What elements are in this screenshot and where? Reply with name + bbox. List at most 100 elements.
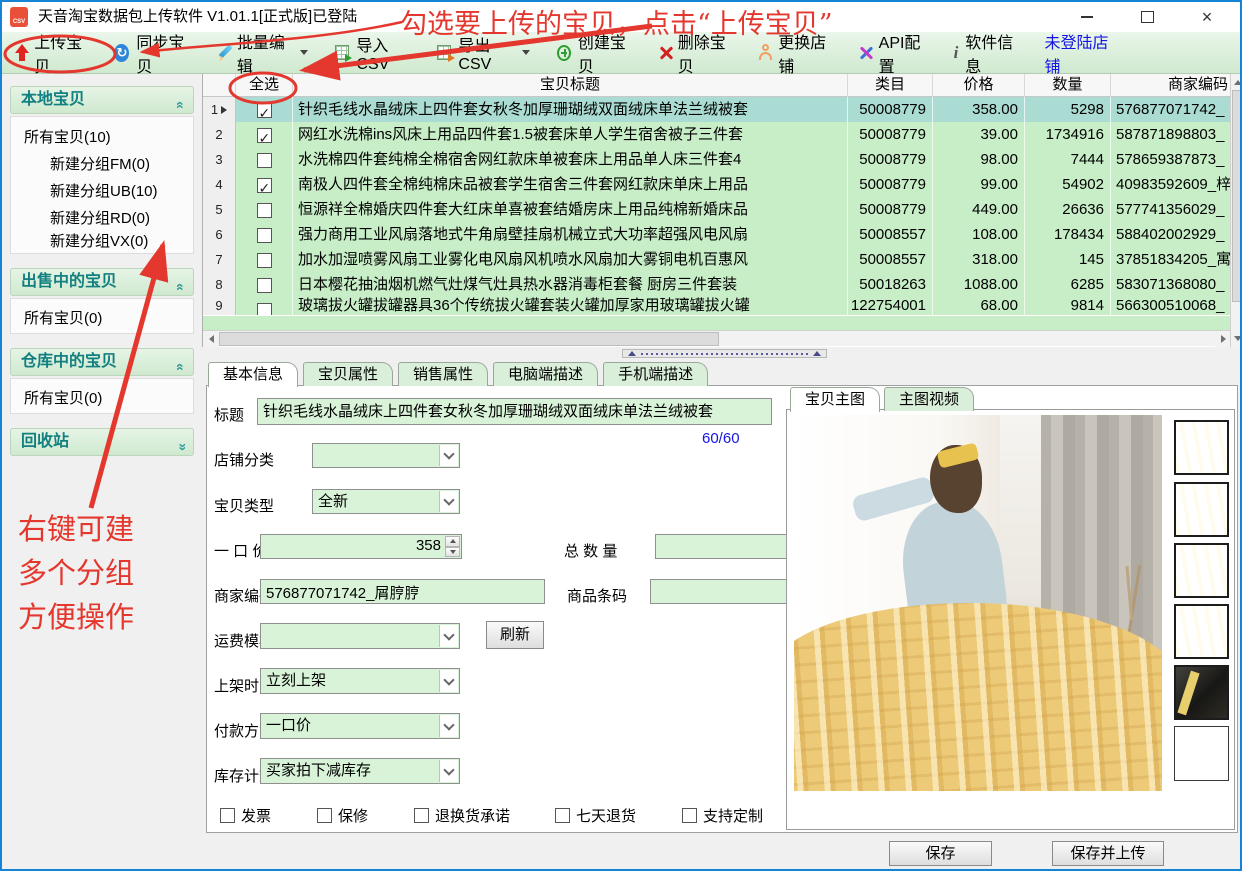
merchant-code-input[interactable]: 576877071742_屑脝脝: [260, 579, 545, 604]
col-price[interactable]: 价格: [933, 74, 1025, 97]
payment-select[interactable]: 一口价: [260, 713, 460, 739]
row-checkbox[interactable]: [257, 103, 272, 118]
thumbnail-empty-slot[interactable]: [1174, 726, 1229, 781]
sidebar-item-group-ub[interactable]: 新建分组UB(10): [50, 180, 158, 201]
stepper-down-button[interactable]: [445, 547, 460, 558]
batch-edit-button[interactable]: 批量编辑: [217, 29, 290, 77]
thumbnail-3[interactable]: [1174, 543, 1229, 598]
table-row[interactable]: 8 日本樱花抽油烟机燃气灶煤气灶具热水器消毒柜套餐 厨房三件套装 5001826…: [203, 272, 1231, 297]
table-row[interactable]: 4 南极人四件套全棉纯棉床品被套学生宿舍三件套网红款床单床上用品 5000877…: [203, 172, 1231, 197]
collapse-chevron-icon[interactable]: «: [168, 363, 194, 371]
scroll-left-button[interactable]: [203, 331, 219, 347]
thumbnail-1[interactable]: [1174, 420, 1229, 475]
dropdown-button[interactable]: [439, 445, 458, 466]
sidebar-item-all-local[interactable]: 所有宝贝(10): [24, 126, 111, 147]
export-csv-button[interactable]: 导出CSV: [437, 32, 512, 74]
shop-category-select[interactable]: [312, 443, 460, 468]
sidebar-section-warehouse[interactable]: 仓库中的宝贝«: [10, 348, 194, 376]
sidebar-section-local[interactable]: 本地宝贝«: [10, 86, 194, 114]
col-quantity[interactable]: 数量: [1025, 74, 1111, 97]
thumbnail-5[interactable]: [1174, 665, 1229, 720]
return-promise-checkbox[interactable]: [414, 808, 429, 823]
sidebar-item-group-fm[interactable]: 新建分组FM(0): [50, 153, 150, 174]
table-row[interactable]: 7 加水加湿喷雾风扇工业雾化电风扇风机喷水风扇加大雾铜电机百惠风 5000855…: [203, 247, 1231, 272]
batch-edit-dropdown-caret[interactable]: [300, 50, 308, 55]
option-customization[interactable]: 支持定制: [682, 805, 763, 826]
import-csv-button[interactable]: 导入CSV: [335, 32, 410, 74]
export-csv-dropdown-caret[interactable]: [522, 50, 530, 55]
stepper-buttons[interactable]: [445, 536, 460, 557]
option-return-promise[interactable]: 退换货承诺: [414, 805, 510, 826]
minimize-button[interactable]: [1064, 2, 1110, 32]
sidebar-item-all-selling[interactable]: 所有宝贝(0): [24, 307, 102, 328]
dropdown-button[interactable]: [439, 670, 458, 692]
sidebar-item-group-rd[interactable]: 新建分组RD(0): [50, 207, 150, 228]
stepper-up-button[interactable]: [445, 536, 460, 547]
row-checkbox[interactable]: [257, 278, 272, 293]
row-checkbox[interactable]: [257, 253, 272, 268]
option-warranty[interactable]: 保修: [317, 805, 368, 826]
vertical-scrollbar[interactable]: [1230, 74, 1242, 347]
row-checkbox[interactable]: [257, 203, 272, 218]
main-product-photo[interactable]: [794, 415, 1162, 791]
col-category[interactable]: 类目: [848, 74, 933, 97]
dropdown-button[interactable]: [439, 760, 458, 782]
tab-item-attrs[interactable]: 宝贝属性: [303, 362, 393, 386]
sidebar-section-recycle[interactable]: 回收站«: [10, 428, 194, 456]
table-row[interactable]: 6 强力商用工业风扇落地式牛角扇壁挂扇机械立式大功率超强风电风扇 5000855…: [203, 222, 1231, 247]
dropdown-button[interactable]: [439, 491, 458, 512]
collapse-chevron-icon[interactable]: «: [168, 283, 194, 291]
warranty-checkbox[interactable]: [317, 808, 332, 823]
scroll-right-button[interactable]: [1215, 331, 1231, 347]
scroll-down-button[interactable]: [1231, 330, 1242, 346]
row-checkbox[interactable]: [257, 128, 272, 143]
splitter-handle[interactable]: [622, 349, 827, 358]
upload-item-button[interactable]: 上传宝贝: [14, 29, 87, 77]
thumbnail-2[interactable]: [1174, 482, 1229, 537]
software-info-button[interactable]: i软件信息: [954, 29, 1018, 77]
col-select-all[interactable]: 全选: [236, 74, 293, 97]
splitter-bar[interactable]: [202, 347, 1242, 360]
save-button[interactable]: 保存: [889, 841, 992, 866]
option-invoice[interactable]: 发票: [220, 805, 271, 826]
sidebar-item-group-vx[interactable]: 新建分组VX(0): [50, 230, 148, 251]
collapse-chevron-icon[interactable]: «: [168, 101, 194, 109]
row-checkbox[interactable]: [257, 228, 272, 243]
col-title[interactable]: 宝贝标题: [293, 74, 848, 97]
dropdown-button[interactable]: [439, 625, 458, 647]
tab-main-image[interactable]: 宝贝主图: [790, 387, 880, 412]
sidebar-item-all-warehouse[interactable]: 所有宝贝(0): [24, 387, 102, 408]
sync-item-button[interactable]: ↻同步宝贝: [114, 29, 189, 77]
tab-basic-info[interactable]: 基本信息: [208, 362, 298, 387]
seven-day-return-checkbox[interactable]: [555, 808, 570, 823]
thumbnail-4[interactable]: [1174, 604, 1229, 659]
delete-item-button[interactable]: 删除宝贝: [658, 29, 731, 77]
tab-main-video[interactable]: 主图视频: [884, 387, 974, 411]
table-row[interactable]: 3 水洗棉四件套纯棉全棉宿舍网红款床单被套床上用品单人床三件套4 5000877…: [203, 147, 1231, 172]
price-stepper[interactable]: 358: [260, 534, 462, 559]
close-button[interactable]: ×: [1184, 2, 1230, 32]
tab-pc-desc[interactable]: 电脑端描述: [493, 362, 598, 386]
invoice-checkbox[interactable]: [220, 808, 235, 823]
shipping-template-select[interactable]: [260, 623, 460, 649]
table-row[interactable]: 9 玻璃拔火罐拔罐器具36个传统拔火罐套装火罐加厚家用玻璃罐拔火罐 122754…: [203, 297, 1231, 315]
col-code[interactable]: 商家编码: [1111, 74, 1231, 97]
maximize-button[interactable]: [1124, 2, 1170, 32]
table-row[interactable]: 2 网红水洗棉ins风床上用品四件套1.5被套床单人学生宿舍被子三件套 5000…: [203, 122, 1231, 147]
customization-checkbox[interactable]: [682, 808, 697, 823]
api-config-button[interactable]: API配置: [858, 29, 926, 77]
vertical-scroll-thumb[interactable]: [1232, 90, 1242, 302]
expand-chevron-icon[interactable]: «: [168, 443, 194, 451]
tab-sale-attrs[interactable]: 销售属性: [398, 362, 488, 386]
option-7day-return[interactable]: 七天退货: [555, 805, 636, 826]
dropdown-button[interactable]: [439, 715, 458, 737]
stock-count-select[interactable]: 买家拍下减库存: [260, 758, 460, 784]
switch-shop-button[interactable]: 更换店铺: [758, 29, 831, 77]
row-checkbox[interactable]: [257, 178, 272, 193]
scroll-up-button[interactable]: [1231, 74, 1242, 90]
item-type-select[interactable]: 全新: [312, 489, 460, 514]
tab-mobile-desc[interactable]: 手机端描述: [603, 362, 708, 386]
save-and-upload-button[interactable]: 保存并上传: [1052, 841, 1164, 866]
listing-time-select[interactable]: 立刻上架: [260, 668, 460, 694]
row-checkbox[interactable]: [257, 303, 272, 315]
